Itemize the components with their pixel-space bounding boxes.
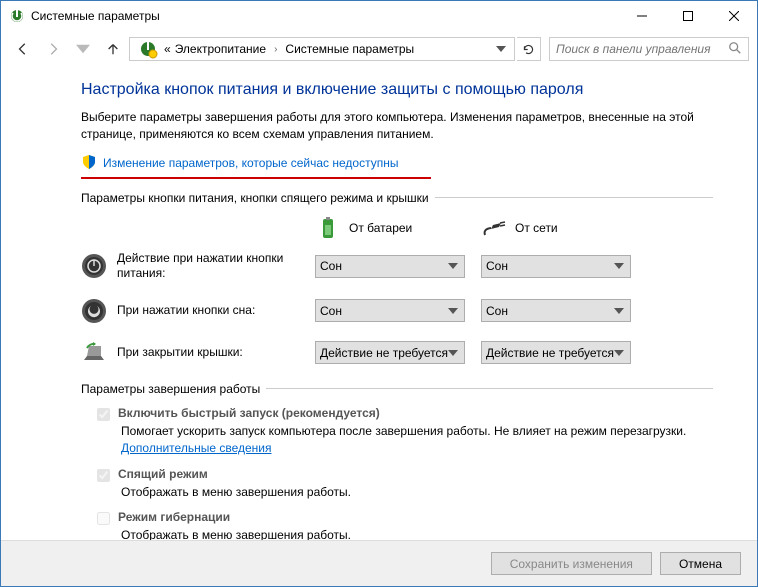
section-buttons-header: Параметры кнопки питания, кнопки спящего… <box>81 191 713 205</box>
footer-bar: Сохранить изменения Отмена <box>1 540 757 586</box>
breadcrumb-item-system[interactable]: Системные параметры <box>283 42 416 56</box>
sleep-checkbox-desc: Отображать в меню завершения работы. <box>121 484 713 501</box>
shield-link-text: Изменение параметров, которые сейчас нед… <box>103 156 399 170</box>
breadcrumb-item-power[interactable]: Электропитание <box>173 42 268 56</box>
recent-dropdown[interactable] <box>69 35 97 63</box>
row-sleep-label: При нажатии кнопки сна: <box>117 303 315 319</box>
power-icon <box>138 39 158 59</box>
search-box[interactable] <box>549 37 749 61</box>
sleep-battery-select[interactable]: Сон <box>315 299 465 322</box>
page-description: Выберите параметры завершения работы для… <box>81 109 713 144</box>
nav-bar: « Электропитание › Системные параметры <box>1 31 757 67</box>
hibernate-desc: Отображать в меню завершения работы. <box>121 527 713 540</box>
up-button[interactable] <box>99 35 127 63</box>
more-info-link[interactable]: Дополнительные сведения <box>121 441 271 455</box>
lid-battery-select[interactable]: Действие не требуется <box>315 341 465 364</box>
sleep-checkbox-label: Спящий режим <box>118 467 208 481</box>
sleep-checkbox-row: Спящий режим <box>97 467 713 482</box>
close-button[interactable] <box>711 1 757 31</box>
page-heading: Настройка кнопок питания и включение защ… <box>81 81 713 99</box>
search-input[interactable] <box>556 42 728 56</box>
forward-button[interactable] <box>39 35 67 63</box>
section-shutdown-header: Параметры завершения работы <box>81 382 713 396</box>
lid-ac-select[interactable]: Действие не требуется <box>481 341 631 364</box>
section-buttons-label: Параметры кнопки питания, кнопки спящего… <box>81 191 429 205</box>
section-shutdown-label: Параметры завершения работы <box>81 382 260 396</box>
maximize-button[interactable] <box>665 1 711 31</box>
row-power-label: Действие при нажатии кнопки питания: <box>117 251 315 282</box>
red-underline <box>81 177 431 179</box>
column-headers: От батареи От сети <box>315 215 713 241</box>
change-unavailable-link[interactable]: Изменение параметров, которые сейчас нед… <box>81 154 713 173</box>
breadcrumb[interactable]: « Электропитание › Системные параметры <box>129 37 515 61</box>
chevron-right-icon: › <box>274 44 277 55</box>
lid-icon <box>81 340 107 366</box>
sleep-button-icon <box>81 298 107 324</box>
refresh-button[interactable] <box>517 37 541 61</box>
column-battery-label: От батареи <box>349 221 412 235</box>
breadcrumb-expand[interactable] <box>490 46 512 52</box>
battery-icon <box>315 215 341 241</box>
title-bar: Системные параметры <box>1 1 757 31</box>
row-sleep-button: При нажатии кнопки сна: Сон Сон <box>81 298 713 324</box>
save-button[interactable]: Сохранить изменения <box>491 552 652 575</box>
hibernate-checkbox[interactable] <box>97 512 110 525</box>
plug-icon <box>481 215 507 241</box>
breadcrumb-prefix: « <box>162 42 173 56</box>
power-ac-select[interactable]: Сон <box>481 255 631 278</box>
row-lid: При закрытии крышки: Действие не требует… <box>81 340 713 366</box>
back-button[interactable] <box>9 35 37 63</box>
fast-startup-checkbox[interactable] <box>97 408 110 421</box>
minimize-button[interactable] <box>619 1 665 31</box>
content-area: Настройка кнопок питания и включение защ… <box>1 67 757 540</box>
hibernate-checkbox-row: Режим гибернации <box>97 510 713 525</box>
power-button-icon <box>81 253 107 279</box>
app-icon <box>9 8 25 24</box>
power-battery-select[interactable]: Сон <box>315 255 465 278</box>
shield-icon <box>81 154 97 173</box>
fast-startup-label: Включить быстрый запуск (рекомендуется) <box>118 406 380 420</box>
search-icon <box>728 41 742 58</box>
hibernate-label: Режим гибернации <box>118 510 230 524</box>
row-lid-label: При закрытии крышки: <box>117 345 315 361</box>
sleep-checkbox[interactable] <box>97 469 110 482</box>
fast-startup-desc: Помогает ускорить запуск компьютера посл… <box>121 423 713 457</box>
fast-startup-checkbox-row: Включить быстрый запуск (рекомендуется) <box>97 406 713 421</box>
window-title: Системные параметры <box>31 9 619 23</box>
sleep-ac-select[interactable]: Сон <box>481 299 631 322</box>
column-ac-label: От сети <box>515 221 558 235</box>
cancel-button[interactable]: Отмена <box>660 552 741 575</box>
row-power-button: Действие при нажатии кнопки питания: Сон… <box>81 251 713 282</box>
